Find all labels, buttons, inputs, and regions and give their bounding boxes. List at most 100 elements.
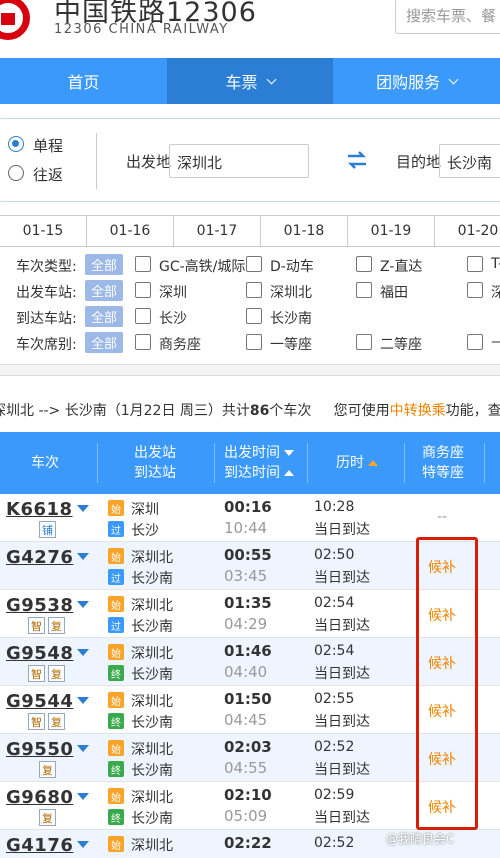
arrive-day: 当日到达 (314, 810, 370, 826)
checkbox[interactable] (246, 282, 262, 298)
filter-all-button[interactable]: 全部 (85, 306, 123, 327)
terminal-icon: 终 (108, 809, 124, 825)
divider (307, 443, 308, 483)
duration: 02:59 (314, 787, 355, 803)
table-row[interactable]: K6618 铺 始 深圳 过 长沙 00:16 10:44 10:28 当日到达… (0, 494, 500, 542)
to-label: 目的地 (396, 153, 442, 171)
summary-count: 86 (249, 403, 270, 419)
summary-route: 深圳北 --> 长沙南（1月22日 周三）共计 (0, 403, 250, 419)
checkbox[interactable] (135, 334, 151, 350)
duration: 02:50 (314, 547, 355, 563)
checkbox[interactable] (467, 334, 483, 350)
radio-one-way[interactable] (8, 136, 24, 152)
filter-all-button[interactable]: 全部 (85, 254, 123, 275)
divider (214, 443, 215, 483)
checkbox[interactable] (246, 256, 262, 272)
arr-time: 04:40 (224, 663, 268, 681)
date-tabs: 01-15 01-16 01-17 01-18 01-19 01-20 (0, 215, 500, 247)
from-station: 深圳北 (131, 646, 173, 662)
highlight-box (416, 537, 478, 830)
nav-tickets[interactable]: 车票 (166, 58, 334, 104)
transfer-link[interactable]: 中转换乘 (390, 403, 446, 419)
terminal-icon: 终 (108, 761, 124, 777)
filter-all-button[interactable]: 全部 (85, 280, 123, 301)
expand-arrow-icon[interactable] (77, 649, 89, 656)
railway-logo-icon[interactable] (0, 0, 30, 40)
checkbox[interactable] (356, 282, 372, 298)
from-station: 深圳北 (131, 790, 173, 806)
checkbox[interactable] (467, 256, 483, 272)
filter-all-button[interactable]: 全部 (85, 332, 123, 353)
arr-time: 04:55 (224, 759, 268, 777)
train-number[interactable]: G9538 (6, 595, 73, 616)
to-station: 长沙南 (131, 619, 173, 635)
checkbox[interactable] (356, 334, 372, 350)
from-label: 出发地 (126, 153, 172, 171)
expand-arrow-icon[interactable] (77, 553, 89, 560)
col-train: 车次 (31, 455, 59, 471)
date-tab[interactable]: 01-18 (261, 216, 348, 246)
date-tab[interactable]: 01-15 (0, 216, 87, 246)
checkbox[interactable] (246, 308, 262, 324)
summary-hint-post: 功能，查 (445, 403, 500, 419)
checkbox[interactable] (467, 282, 483, 298)
filter-train-type: 车次类型: 全部 GC-高铁/城际 D-动车 Z-直达 T- (0, 252, 500, 278)
train-tag: 铺 (39, 521, 56, 538)
summary-hint: 您可使用 (333, 403, 390, 419)
nav-home[interactable]: 首页 (0, 58, 167, 104)
checkbox[interactable] (135, 256, 151, 272)
site-search-input[interactable]: 搜索车票、餐 (395, 0, 500, 34)
dep-time: 00:55 (224, 546, 272, 564)
filter-arrival-station: 到达车站: 全部 长沙 长沙南 (0, 304, 500, 330)
col-premium-seat: 特等座 (422, 465, 464, 481)
arr-time: 05:09 (224, 807, 268, 825)
train-number[interactable]: G9548 (6, 643, 73, 664)
col-arr-time[interactable]: 到达时间 (224, 463, 294, 483)
train-number[interactable]: G9680 (6, 787, 73, 808)
to-station: 长沙南 (131, 571, 173, 587)
expand-arrow-icon[interactable] (77, 841, 89, 848)
summary-unit: 个车次 (269, 403, 312, 419)
expand-arrow-icon[interactable] (77, 505, 89, 512)
checkbox[interactable] (246, 334, 262, 350)
divider (484, 443, 485, 483)
expand-arrow-icon[interactable] (77, 697, 89, 704)
nav-group-service[interactable]: 团购服务 (333, 58, 500, 104)
expand-arrow-icon[interactable] (77, 601, 89, 608)
to-station: 长沙南 (131, 667, 173, 683)
brand-name-en: 12306 CHINA RAILWAY (54, 22, 229, 37)
origin-icon: 始 (108, 500, 124, 516)
terminal-icon: 终 (108, 665, 124, 681)
train-number[interactable]: G4176 (6, 835, 73, 856)
swap-stations-icon[interactable] (345, 148, 369, 172)
checkbox[interactable] (135, 308, 151, 324)
train-number[interactable]: G4276 (6, 547, 73, 568)
col-to-station: 到达站 (134, 465, 176, 481)
date-tab[interactable]: 01-17 (174, 216, 261, 246)
radio-round-trip[interactable] (8, 165, 24, 181)
to-station: 长沙 (131, 523, 159, 539)
query-panel: 单程 往返 出发地 深圳北 目的地 长沙南 (0, 118, 500, 202)
train-number[interactable]: K6618 (6, 499, 73, 520)
col-from-station: 出发站 (134, 445, 176, 461)
train-number[interactable]: G9544 (6, 691, 73, 712)
col-dep-time[interactable]: 出发时间 (224, 443, 294, 463)
to-station-input[interactable]: 长沙南 (439, 144, 500, 178)
from-station-input[interactable]: 深圳北 (169, 144, 309, 178)
expand-arrow-icon[interactable] (77, 793, 89, 800)
smart-tag: 智 (28, 617, 45, 634)
date-tab[interactable]: 01-20 (435, 216, 500, 246)
train-number[interactable]: G9550 (6, 739, 73, 760)
expand-arrow-icon[interactable] (77, 745, 89, 752)
duration: 02:52 (314, 835, 355, 851)
arrive-day: 当日到达 (314, 714, 370, 730)
date-tab[interactable]: 01-16 (87, 216, 174, 246)
sort-up-icon (368, 460, 378, 466)
arr-time: 10:44 (224, 519, 268, 537)
to-station: 长沙南 (131, 763, 173, 779)
date-tab[interactable]: 01-19 (348, 216, 435, 246)
fuxing-tag: 复 (48, 617, 65, 634)
checkbox[interactable] (356, 256, 372, 272)
col-duration[interactable]: 历时 (336, 453, 378, 473)
checkbox[interactable] (135, 282, 151, 298)
